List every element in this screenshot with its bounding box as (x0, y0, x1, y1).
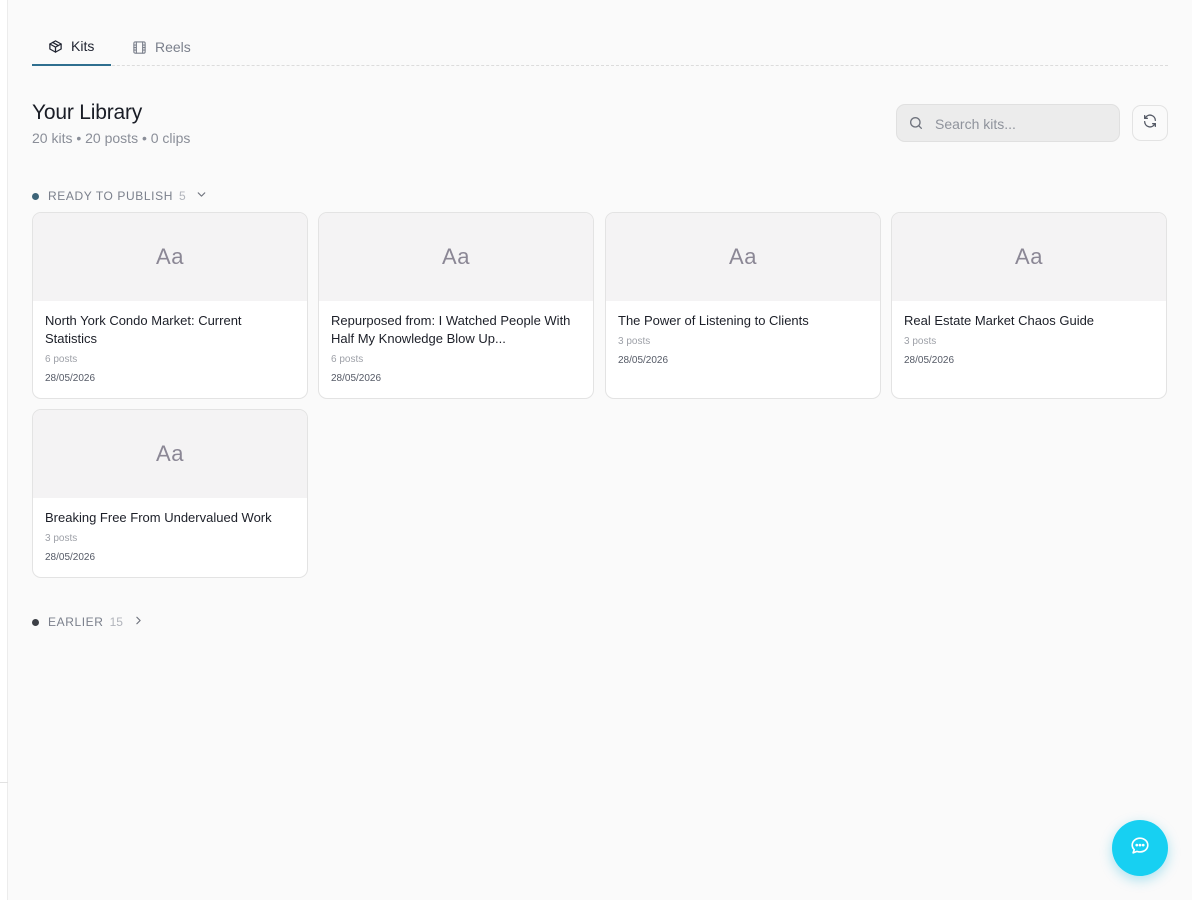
kit-date: 28/05/2026 (618, 355, 669, 366)
chevron-down-icon (186, 188, 208, 204)
kit-date: 28/05/2026 (904, 355, 955, 366)
kit-title: North York Condo Market: Current Statist… (45, 313, 242, 346)
refresh-button[interactable] (1132, 105, 1168, 141)
kit-date: 28/05/2026 (45, 373, 96, 384)
search-icon (908, 115, 924, 131)
kit-card[interactable]: Aa The Power of Listening to Clients 3 p… (605, 212, 881, 399)
kit-card[interactable]: Aa North York Condo Market: Current Stat… (32, 212, 308, 399)
kit-thumbnail: Aa (319, 213, 593, 301)
library-stats: 20 kits • 20 posts • 0 clips (32, 130, 191, 146)
kit-date: 28/05/2026 (331, 373, 382, 384)
tab-reels[interactable]: Reels (116, 28, 202, 66)
section-earlier[interactable]: EARLIER 15 (32, 614, 145, 630)
section-label: READY TO PUBLISH (48, 189, 173, 203)
sidebar-edge (0, 0, 8, 900)
section-count: 5 (178, 189, 186, 203)
kit-title: The Power of Listening to Clients (618, 313, 809, 328)
section-label: EARLIER (48, 615, 104, 629)
tab-bar: Kits Reels (32, 28, 1168, 66)
kit-date: 28/05/2026 (45, 552, 96, 563)
kit-post-count: 6 posts (331, 354, 364, 365)
kit-post-count: 3 posts (904, 336, 937, 347)
section-ready-to-publish[interactable]: READY TO PUBLISH 5 (32, 188, 208, 204)
kit-card[interactable]: Aa Real Estate Market Chaos Guide 3 post… (891, 212, 1167, 399)
kit-thumbnail: Aa (892, 213, 1166, 301)
search-input[interactable] (933, 105, 1117, 143)
kit-post-count: 3 posts (45, 533, 78, 544)
refresh-icon (1142, 113, 1158, 134)
kit-thumbnail: Aa (606, 213, 880, 301)
status-dot (32, 618, 39, 626)
tab-reels-label: Reels (155, 39, 191, 55)
kit-title: Real Estate Market Chaos Guide (904, 313, 1095, 328)
kit-title: Breaking Free From Undervalued Work (45, 510, 272, 525)
chevron-right-icon (123, 614, 145, 630)
tab-kits-label: Kits (71, 38, 95, 54)
page-title: Your Library (32, 101, 143, 124)
chat-bubble-icon (1129, 835, 1151, 862)
kit-post-count: 3 posts (618, 336, 651, 347)
box-icon (48, 39, 63, 54)
kit-card[interactable]: Aa Breaking Free From Undervalued Work 3… (32, 409, 308, 578)
section-count: 15 (109, 615, 123, 629)
kit-thumbnail: Aa (33, 410, 307, 498)
status-dot (32, 192, 39, 200)
film-icon (132, 40, 147, 55)
kit-post-count: 6 posts (45, 354, 78, 365)
tab-kits[interactable]: Kits (32, 28, 111, 66)
kit-thumbnail: Aa (33, 213, 307, 301)
kit-card[interactable]: Aa Repurposed from: I Watched People Wit… (318, 212, 594, 399)
kit-title: Repurposed from: I Watched People With H… (331, 313, 571, 346)
search-box (896, 104, 1120, 143)
chat-button[interactable] (1112, 820, 1168, 876)
